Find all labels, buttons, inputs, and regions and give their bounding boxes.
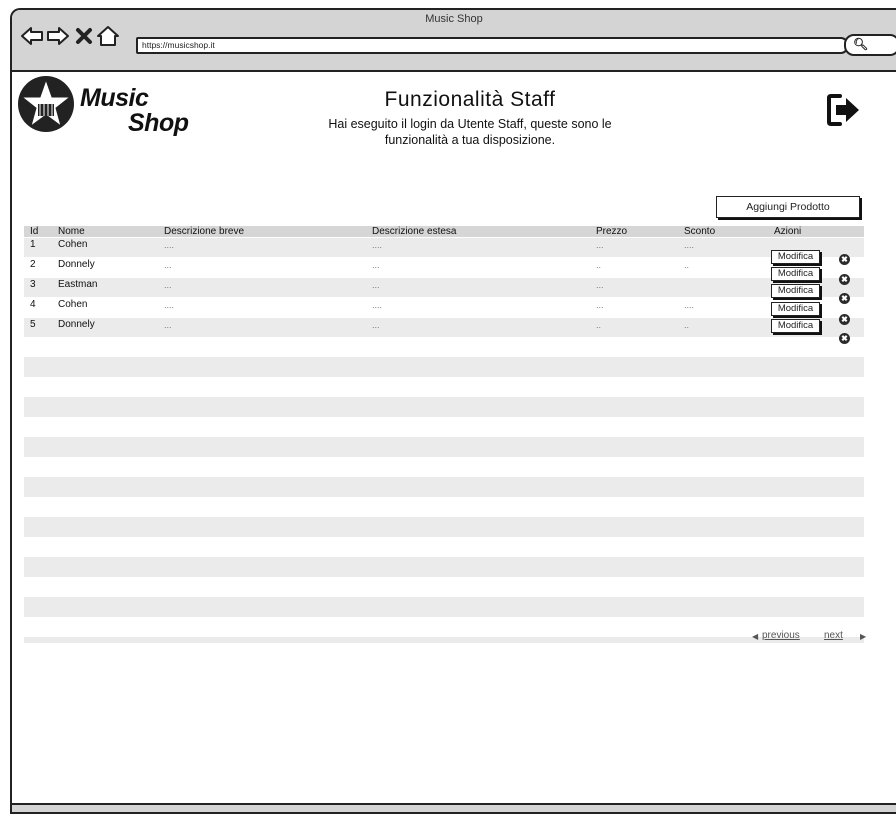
delete-icon[interactable]: ✖ (839, 333, 850, 344)
cell-nome: Cohen (58, 239, 88, 250)
page-title: Funzionalità Staff (384, 88, 556, 111)
pagination-next-link[interactable]: next (824, 630, 843, 641)
empty-row (24, 597, 864, 617)
edit-button[interactable]: Modifica (771, 267, 820, 281)
cell-id: 3 (30, 279, 36, 290)
empty-row (24, 557, 864, 577)
cell-id: 4 (30, 299, 36, 310)
previous-arrow-icon[interactable]: ◀ (752, 632, 758, 641)
edit-button[interactable]: Modifica (771, 250, 820, 264)
window-title: Music Shop (425, 13, 483, 25)
browser-status-bar (12, 803, 896, 812)
music-shop-logo-icon (18, 76, 74, 132)
home-icon[interactable] (96, 24, 120, 48)
delete-icon[interactable]: ✖ (839, 254, 850, 265)
cell-descrizione-estesa: .... (372, 240, 383, 250)
cell-descrizione-breve: ... (164, 280, 172, 290)
cell-prezzo: ... (596, 280, 604, 290)
cell-descrizione-breve: .... (164, 300, 175, 310)
cell-nome: Donnely (58, 259, 95, 270)
cell-sconto: .... (684, 240, 695, 250)
cell-nome: Eastman (58, 279, 98, 290)
logout-icon[interactable] (826, 92, 862, 128)
pagination-previous[interactable]: previous (762, 630, 800, 641)
column-header-descrizione-breve: Descrizione breve (164, 226, 245, 237)
cell-prezzo: .. (596, 260, 602, 270)
column-header-descrizione-estesa: Descrizione estesa (372, 226, 457, 237)
browser-chrome: Music Shop https://musicshop.it 🔍︎ (12, 10, 896, 72)
pagination-next[interactable]: next (824, 630, 843, 641)
cell-id: 2 (30, 259, 36, 270)
table-row: 3 Eastman ... ... ... (24, 278, 864, 297)
cell-descrizione-estesa: ... (372, 320, 380, 330)
empty-row (24, 377, 864, 397)
delete-icon[interactable]: ✖ (839, 314, 850, 325)
cell-descrizione-estesa: .... (372, 300, 383, 310)
table-row: 2 Donnely ... ... .. .. (24, 258, 864, 277)
empty-row (24, 577, 864, 597)
cell-id: 1 (30, 239, 36, 250)
empty-row (24, 457, 864, 477)
table-row: 1 Cohen .... .... ... .... (24, 238, 864, 257)
edit-button[interactable]: Modifica (771, 302, 820, 316)
browser-search-field[interactable]: 🔍︎ (844, 34, 896, 56)
column-header-azioni: Azioni (774, 226, 802, 237)
cell-descrizione-breve: ... (164, 320, 172, 330)
add-product-button[interactable]: Aggiungi Prodotto (716, 196, 860, 218)
cell-prezzo: .. (596, 320, 602, 330)
empty-row (24, 477, 864, 497)
column-header-nome: Nome (58, 226, 85, 237)
empty-row (24, 497, 864, 517)
edit-button[interactable]: Modifica (771, 284, 820, 298)
back-arrow-icon[interactable] (20, 24, 44, 48)
cell-prezzo: ... (596, 300, 604, 310)
cell-nome: Cohen (58, 299, 88, 310)
cell-descrizione-breve: ... (164, 260, 172, 270)
empty-row (24, 537, 864, 557)
empty-row (24, 437, 864, 457)
delete-icon[interactable]: ✖ (839, 274, 850, 285)
table-footer-band (24, 637, 864, 643)
logo-wordmark: Music Shop (80, 86, 189, 136)
table-row: 5 Donnely ... ... .. .. (24, 318, 864, 337)
cell-nome: Donnely (58, 319, 95, 330)
logo-line-2: Shop (128, 109, 189, 137)
edit-button[interactable]: Modifica (771, 319, 820, 333)
cell-id: 5 (30, 319, 36, 330)
pagination-previous-link[interactable]: previous (762, 630, 800, 641)
page-subtitle: Hai eseguito il login da Utente Staff, q… (328, 117, 612, 147)
products-table: Id Nome Descrizione breve Descrizione es… (24, 226, 864, 643)
empty-row (24, 517, 864, 537)
empty-row (24, 357, 864, 377)
logo-line-1: Music (80, 84, 149, 112)
cell-sconto: .. (684, 320, 690, 330)
table-row: 4 Cohen .... .... ... .... (24, 298, 864, 317)
cell-descrizione-estesa: ... (372, 280, 380, 290)
url-bar[interactable]: https://musicshop.it (136, 37, 848, 54)
empty-row (24, 417, 864, 437)
cell-descrizione-breve: .... (164, 240, 175, 250)
next-arrow-icon[interactable]: ▶ (860, 632, 866, 641)
cell-sconto: .... (684, 300, 695, 310)
column-header-id: Id (30, 226, 39, 237)
cell-descrizione-estesa: ... (372, 260, 380, 270)
forward-arrow-icon[interactable] (46, 24, 70, 48)
table-header: Id Nome Descrizione breve Descrizione es… (24, 226, 864, 237)
empty-row (24, 397, 864, 417)
stop-icon[interactable] (72, 24, 96, 48)
delete-icon[interactable]: ✖ (839, 293, 850, 304)
cell-sconto: .. (684, 260, 690, 270)
search-icon: 🔍︎ (853, 37, 869, 51)
column-header-prezzo: Prezzo (596, 226, 628, 237)
cell-prezzo: ... (596, 240, 604, 250)
column-header-sconto: Sconto (684, 226, 716, 237)
empty-row (24, 337, 864, 357)
